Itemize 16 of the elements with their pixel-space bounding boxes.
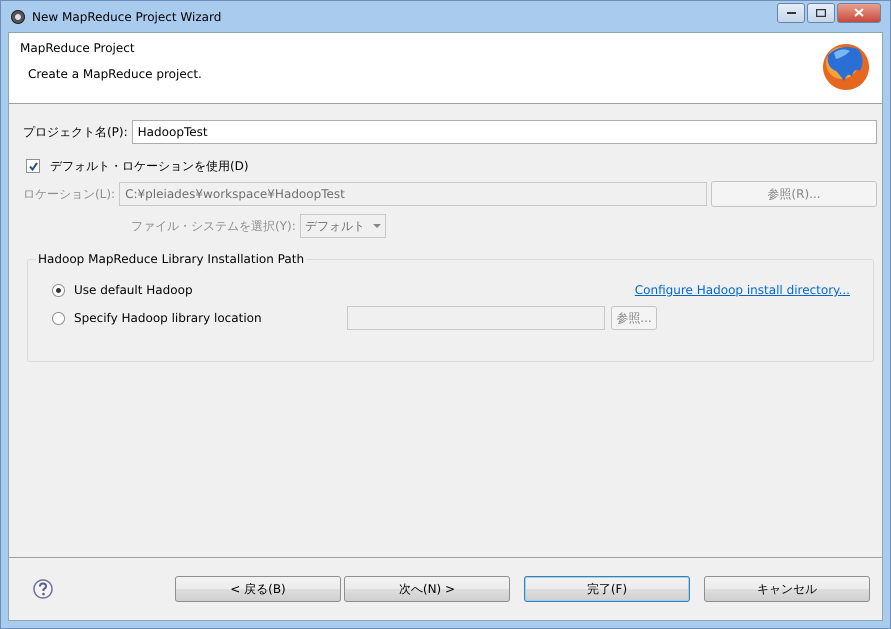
wizard-button[interactable]: 完了(F): [524, 576, 690, 602]
radio-label: Use default Hadoop: [74, 283, 193, 297]
configure-link[interactable]: Configure Hadoop install directory...: [634, 283, 850, 297]
project-name-field[interactable]: HadoopTest: [132, 120, 877, 144]
wizard-button[interactable]: < 戻る(B): [175, 576, 341, 602]
page-title: MapReduce Project: [20, 41, 136, 55]
field-label: プロジェクト名(P):: [23, 124, 128, 140]
wizard-button[interactable]: キャンセル: [704, 576, 870, 602]
page-description: Create a MapReduce project.: [27, 67, 202, 81]
window-title: New MapReduce Project Wizard: [32, 10, 222, 24]
radio-label: Specify Hadoop library location: [74, 311, 262, 325]
field-label: ロケーション(L):: [23, 186, 116, 202]
field-label: ファイル・システムを選択(Y):: [131, 218, 296, 234]
wizard-button[interactable]: 次へ(N) >: [344, 576, 510, 602]
group-title: Hadoop MapReduce Library Installation Path: [37, 252, 306, 266]
checkbox-label: デフォルト・ロケーションを使用(D): [50, 158, 249, 174]
